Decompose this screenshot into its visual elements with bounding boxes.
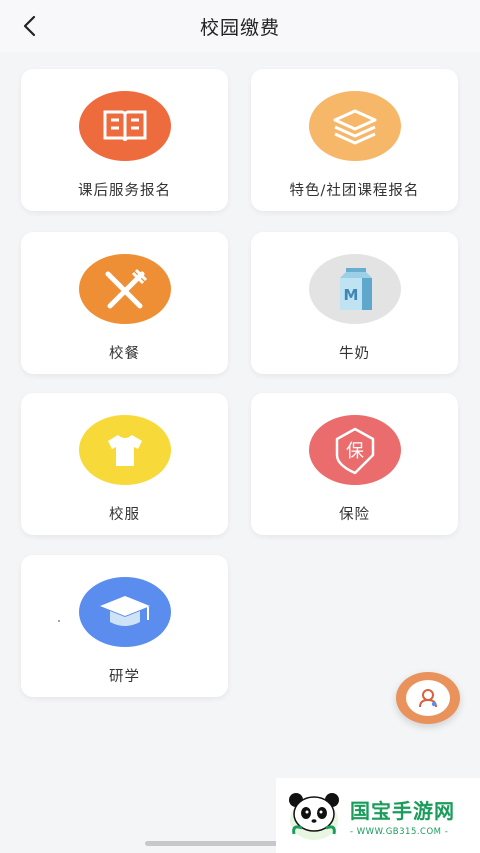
home-indicator <box>145 841 285 846</box>
book-icon <box>78 91 171 161</box>
card-milk[interactable]: M 牛奶 <box>251 232 458 374</box>
insurance-icon: 保 <box>308 415 401 485</box>
watermark-title: 国宝手游网 <box>350 798 455 823</box>
tshirt-icon <box>78 415 171 485</box>
card-uniform[interactable]: 校服 <box>21 393 228 535</box>
watermark-url: - WWW.GB315.COM - <box>350 826 449 837</box>
payment-grid: 课后服务报名 特色/社团课程报名 校餐 M 牛奶 校服 保 保险 研学 <box>0 0 480 853</box>
card-label: 特色/社团课程报名 <box>289 183 420 199</box>
card-insurance[interactable]: 保 保险 <box>251 393 458 535</box>
watermark: 国宝手游网 - WWW.GB315.COM - <box>276 778 480 853</box>
layers-icon <box>308 91 401 161</box>
svg-text:M: M <box>343 286 358 304</box>
decorative-dot <box>58 620 60 622</box>
card-study-tour[interactable]: 研学 <box>21 555 228 697</box>
graduation-cap-icon <box>78 577 171 647</box>
card-label: 校服 <box>109 507 140 523</box>
card-school-meal[interactable]: 校餐 <box>21 232 228 374</box>
customer-service-button[interactable] <box>396 672 460 724</box>
fork-knife-icon <box>78 254 171 324</box>
card-after-school[interactable]: 课后服务报名 <box>21 69 228 211</box>
card-label: 保险 <box>339 507 370 523</box>
panda-logo-icon <box>289 792 339 840</box>
card-label: 研学 <box>109 669 140 685</box>
customer-service-icon <box>406 680 450 716</box>
milk-carton-icon: M <box>308 254 401 324</box>
card-label: 校餐 <box>109 346 140 362</box>
card-label: 课后服务报名 <box>78 183 171 199</box>
card-club-course[interactable]: 特色/社团课程报名 <box>251 69 458 211</box>
card-label: 牛奶 <box>339 346 370 362</box>
svg-text:保: 保 <box>346 441 364 462</box>
